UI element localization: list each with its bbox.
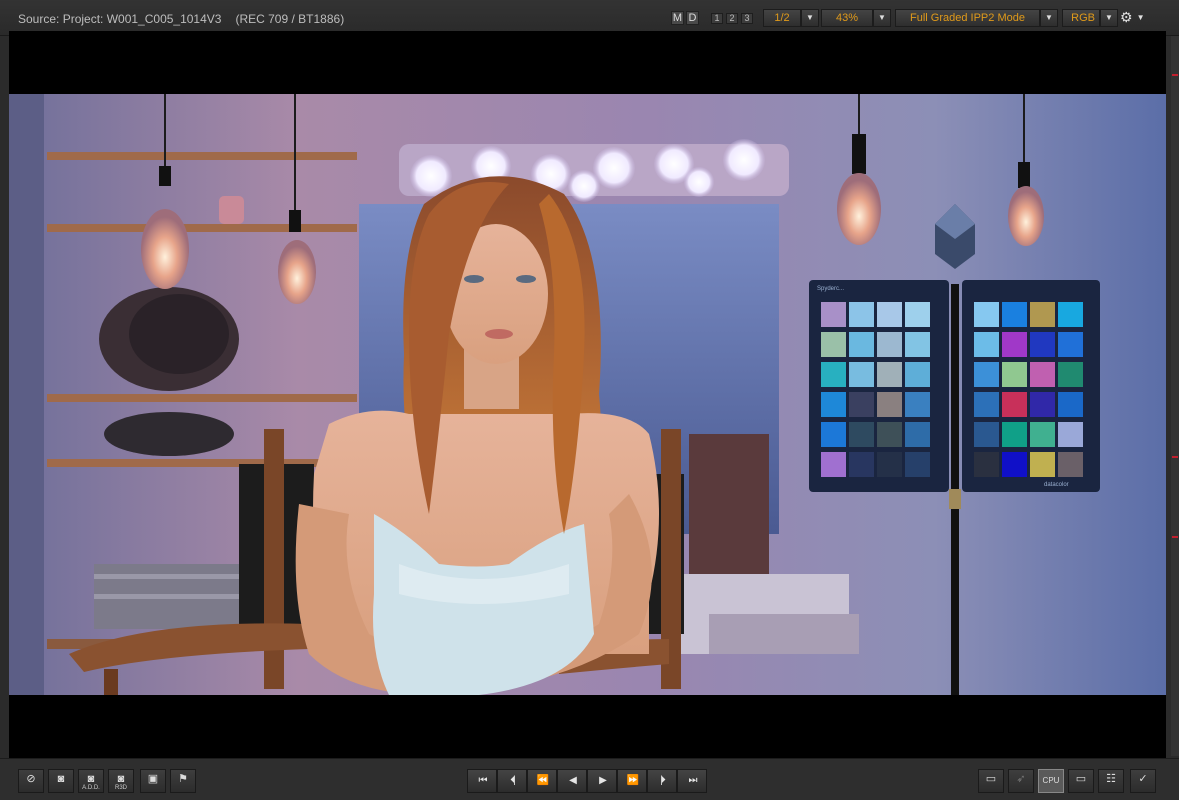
viewer-toolbar: ⊘ ◙ ◙ A.D.D. ◙ R3D ▣ ⚑ ⏮ ⏴| ⏪ ◀ ▶ ⏩ |⏵ ⏭ ▭… — [0, 758, 1179, 800]
grade-mode-chevron-down-icon[interactable]: ▼ — [1040, 9, 1058, 27]
camera-icon: ◙ — [57, 773, 65, 785]
gear-chevron-down-icon: ▼ — [1136, 13, 1145, 22]
frame-icon: ▣ — [147, 773, 159, 785]
rewind-button[interactable]: ⏪ — [527, 769, 557, 793]
aspect-icon: ▭ — [1075, 773, 1087, 785]
next-frame-icon: |⏵ — [660, 775, 665, 786]
filmstrip-button[interactable]: ☷ — [1098, 769, 1124, 793]
flag-button[interactable]: ⚑ — [170, 769, 196, 793]
go-to-start-button[interactable]: ⏮ — [467, 769, 497, 793]
add-label: A.D.D. — [82, 785, 100, 791]
frame-guide-button[interactable]: ▣ — [140, 769, 166, 793]
r3d-label: R3D — [114, 785, 127, 791]
resolution-chevron-down-icon[interactable]: ▼ — [801, 9, 819, 27]
channel-chevron-down-icon[interactable]: ▼ — [1100, 9, 1118, 27]
flag-icon: ⚑ — [178, 773, 188, 785]
right-edge-markers — [1171, 36, 1179, 756]
viewer-canvas[interactable]: Spyderc... datacolor — [9, 31, 1166, 758]
settings-check-button[interactable]: ✓ — [1130, 769, 1156, 793]
aspect-ratio-button[interactable]: ▭ — [1068, 769, 1094, 793]
zoom-chevron-down-icon[interactable]: ▼ — [873, 9, 891, 27]
settings-check-icon: ✓ — [1138, 773, 1148, 785]
no-overlay-button[interactable]: ⊘ — [18, 769, 44, 793]
source-label: Source: Project: W001_C005_1014V3 — [18, 12, 222, 26]
cpu-button[interactable]: CPU — [1038, 769, 1064, 793]
rocket-icon: ➶ — [1016, 773, 1026, 785]
go-to-end-icon: ⏭ — [688, 775, 698, 786]
add-snapshot-button[interactable]: ◙ A.D.D. — [78, 769, 104, 793]
marker — [1172, 536, 1178, 538]
filmstrip-icon: ☷ — [1106, 773, 1116, 785]
monitor-button[interactable]: ▭ — [978, 769, 1004, 793]
next-frame-button[interactable]: |⏵ — [647, 769, 677, 793]
grade-mode-dropdown[interactable]: Full Graded IPP2 Mode — [895, 9, 1040, 27]
chart-brand-left: Spyderc... — [817, 286, 844, 292]
fast-forward-button[interactable]: ⏩ — [617, 769, 647, 793]
frame-image: Spyderc... datacolor — [9, 94, 1166, 695]
zoom-dropdown[interactable]: 43% — [821, 9, 873, 27]
layout-3-button[interactable]: 3 — [741, 13, 753, 24]
rewind-icon: ⏪ — [536, 775, 550, 786]
chart-brand-right: datacolor — [1044, 482, 1069, 488]
mode-d-button[interactable]: D — [686, 11, 699, 25]
settings-menu-button[interactable]: ⚙ ▼ — [1120, 9, 1156, 27]
marker — [1172, 456, 1178, 458]
play-icon: ▶ — [599, 775, 607, 786]
go-to-start-icon: ⏮ — [478, 775, 488, 786]
gear-icon: ⚙ — [1120, 9, 1133, 25]
cpu-icon: CPU — [1042, 776, 1060, 785]
video-frame: Spyderc... datacolor — [9, 94, 1166, 695]
layout-1-button[interactable]: 1 — [711, 13, 723, 24]
layout-2-button[interactable]: 2 — [726, 13, 738, 24]
fast-forward-icon: ⏩ — [626, 775, 640, 786]
r3d-snapshot-button[interactable]: ◙ R3D — [108, 769, 134, 793]
play-reverse-button[interactable]: ◀ — [557, 769, 587, 793]
source-info: Source: Project: W001_C005_1014V3 (REC 70… — [18, 12, 344, 26]
play-button[interactable]: ▶ — [587, 769, 617, 793]
colorspace-label: (REC 709 / BT1886) — [235, 12, 345, 26]
no-overlay-icon: ⊘ — [26, 773, 36, 785]
previous-frame-button[interactable]: ⏴| — [497, 769, 527, 793]
channel-dropdown[interactable]: RGB — [1062, 9, 1100, 27]
go-to-end-button[interactable]: ⏭ — [677, 769, 707, 793]
gpu-accel-button[interactable]: ➶ — [1008, 769, 1034, 793]
play-reverse-icon: ◀ — [569, 775, 577, 786]
marker — [1172, 74, 1178, 76]
resolution-dropdown[interactable]: 1/2 — [763, 9, 801, 27]
monitor-icon: ▭ — [985, 773, 997, 785]
previous-frame-icon: ⏴| — [510, 775, 515, 786]
snapshot-button[interactable]: ◙ — [48, 769, 74, 793]
mode-m-button[interactable]: M — [671, 11, 684, 25]
